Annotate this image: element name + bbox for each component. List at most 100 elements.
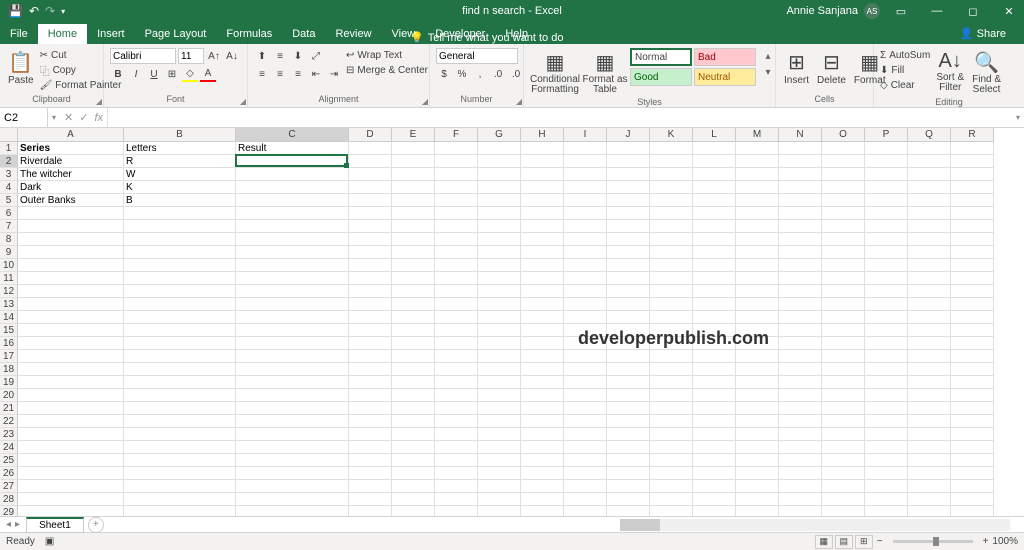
cell-D13[interactable]: [349, 298, 392, 311]
cell-J21[interactable]: [607, 402, 650, 415]
cell-H26[interactable]: [521, 467, 564, 480]
cell-F2[interactable]: [435, 155, 478, 168]
cell-P24[interactable]: [865, 441, 908, 454]
cell-K15[interactable]: [650, 324, 693, 337]
col-header-C[interactable]: C: [236, 128, 349, 142]
cell-P15[interactable]: [865, 324, 908, 337]
cell-B8[interactable]: [124, 233, 236, 246]
cell-Q6[interactable]: [908, 207, 951, 220]
cell-Q27[interactable]: [908, 480, 951, 493]
cell-D21[interactable]: [349, 402, 392, 415]
cell-J3[interactable]: [607, 168, 650, 181]
cell-M28[interactable]: [736, 493, 779, 506]
cell-K18[interactable]: [650, 363, 693, 376]
cell-P22[interactable]: [865, 415, 908, 428]
cell-F28[interactable]: [435, 493, 478, 506]
cell-R9[interactable]: [951, 246, 994, 259]
cell-O29[interactable]: [822, 506, 865, 516]
cell-P11[interactable]: [865, 272, 908, 285]
cell-M3[interactable]: [736, 168, 779, 181]
macro-record-icon[interactable]: ▣: [45, 536, 54, 547]
cell-E12[interactable]: [392, 285, 435, 298]
align-middle-icon[interactable]: ≡: [272, 48, 288, 64]
cell-C22[interactable]: [236, 415, 349, 428]
cell-H9[interactable]: [521, 246, 564, 259]
cell-R1[interactable]: [951, 142, 994, 155]
font-size-combo[interactable]: [178, 48, 204, 64]
cell-N17[interactable]: [779, 350, 822, 363]
cancel-formula-icon[interactable]: ✕: [64, 111, 73, 124]
cell-M19[interactable]: [736, 376, 779, 389]
cell-N20[interactable]: [779, 389, 822, 402]
cell-C12[interactable]: [236, 285, 349, 298]
cell-C14[interactable]: [236, 311, 349, 324]
row-header-22[interactable]: 22: [0, 415, 18, 428]
cell-P26[interactable]: [865, 467, 908, 480]
cell-I18[interactable]: [564, 363, 607, 376]
row-header-28[interactable]: 28: [0, 493, 18, 506]
cell-I26[interactable]: [564, 467, 607, 480]
cell-C16[interactable]: [236, 337, 349, 350]
cell-N26[interactable]: [779, 467, 822, 480]
cell-N11[interactable]: [779, 272, 822, 285]
cell-G21[interactable]: [478, 402, 521, 415]
grow-font-icon[interactable]: A↑: [206, 48, 222, 64]
cell-G19[interactable]: [478, 376, 521, 389]
cell-D23[interactable]: [349, 428, 392, 441]
cell-B26[interactable]: [124, 467, 236, 480]
cell-C17[interactable]: [236, 350, 349, 363]
cell-J15[interactable]: [607, 324, 650, 337]
cell-K19[interactable]: [650, 376, 693, 389]
cell-O12[interactable]: [822, 285, 865, 298]
cell-K20[interactable]: [650, 389, 693, 402]
cell-I5[interactable]: [564, 194, 607, 207]
cell-N28[interactable]: [779, 493, 822, 506]
cell-A17[interactable]: [18, 350, 124, 363]
cell-E23[interactable]: [392, 428, 435, 441]
cell-F4[interactable]: [435, 181, 478, 194]
cell-A18[interactable]: [18, 363, 124, 376]
cell-J1[interactable]: [607, 142, 650, 155]
cell-R10[interactable]: [951, 259, 994, 272]
cell-J19[interactable]: [607, 376, 650, 389]
col-header-B[interactable]: B: [124, 128, 236, 142]
row-header-12[interactable]: 12: [0, 285, 18, 298]
cell-F1[interactable]: [435, 142, 478, 155]
cell-A12[interactable]: [18, 285, 124, 298]
row-header-24[interactable]: 24: [0, 441, 18, 454]
cell-H24[interactable]: [521, 441, 564, 454]
cell-L27[interactable]: [693, 480, 736, 493]
cell-E18[interactable]: [392, 363, 435, 376]
row-header-19[interactable]: 19: [0, 376, 18, 389]
cell-H10[interactable]: [521, 259, 564, 272]
cell-O2[interactable]: [822, 155, 865, 168]
cell-P12[interactable]: [865, 285, 908, 298]
cell-Q7[interactable]: [908, 220, 951, 233]
cell-P4[interactable]: [865, 181, 908, 194]
cell-J17[interactable]: [607, 350, 650, 363]
cell-Q10[interactable]: [908, 259, 951, 272]
cell-M11[interactable]: [736, 272, 779, 285]
cell-L29[interactable]: [693, 506, 736, 516]
cell-G12[interactable]: [478, 285, 521, 298]
cell-O28[interactable]: [822, 493, 865, 506]
cell-K2[interactable]: [650, 155, 693, 168]
cell-M1[interactable]: [736, 142, 779, 155]
cell-C9[interactable]: [236, 246, 349, 259]
view-normal-icon[interactable]: ▦: [815, 535, 833, 549]
cell-E5[interactable]: [392, 194, 435, 207]
cell-A8[interactable]: [18, 233, 124, 246]
style-normal[interactable]: Normal: [630, 48, 692, 66]
cell-G5[interactable]: [478, 194, 521, 207]
cell-I17[interactable]: [564, 350, 607, 363]
cell-M8[interactable]: [736, 233, 779, 246]
row-header-21[interactable]: 21: [0, 402, 18, 415]
cell-R22[interactable]: [951, 415, 994, 428]
tab-file[interactable]: File: [0, 24, 38, 44]
cell-Q4[interactable]: [908, 181, 951, 194]
cell-Q26[interactable]: [908, 467, 951, 480]
cell-D20[interactable]: [349, 389, 392, 402]
cell-I11[interactable]: [564, 272, 607, 285]
align-left-icon[interactable]: ≡: [254, 66, 270, 82]
cell-J2[interactable]: [607, 155, 650, 168]
